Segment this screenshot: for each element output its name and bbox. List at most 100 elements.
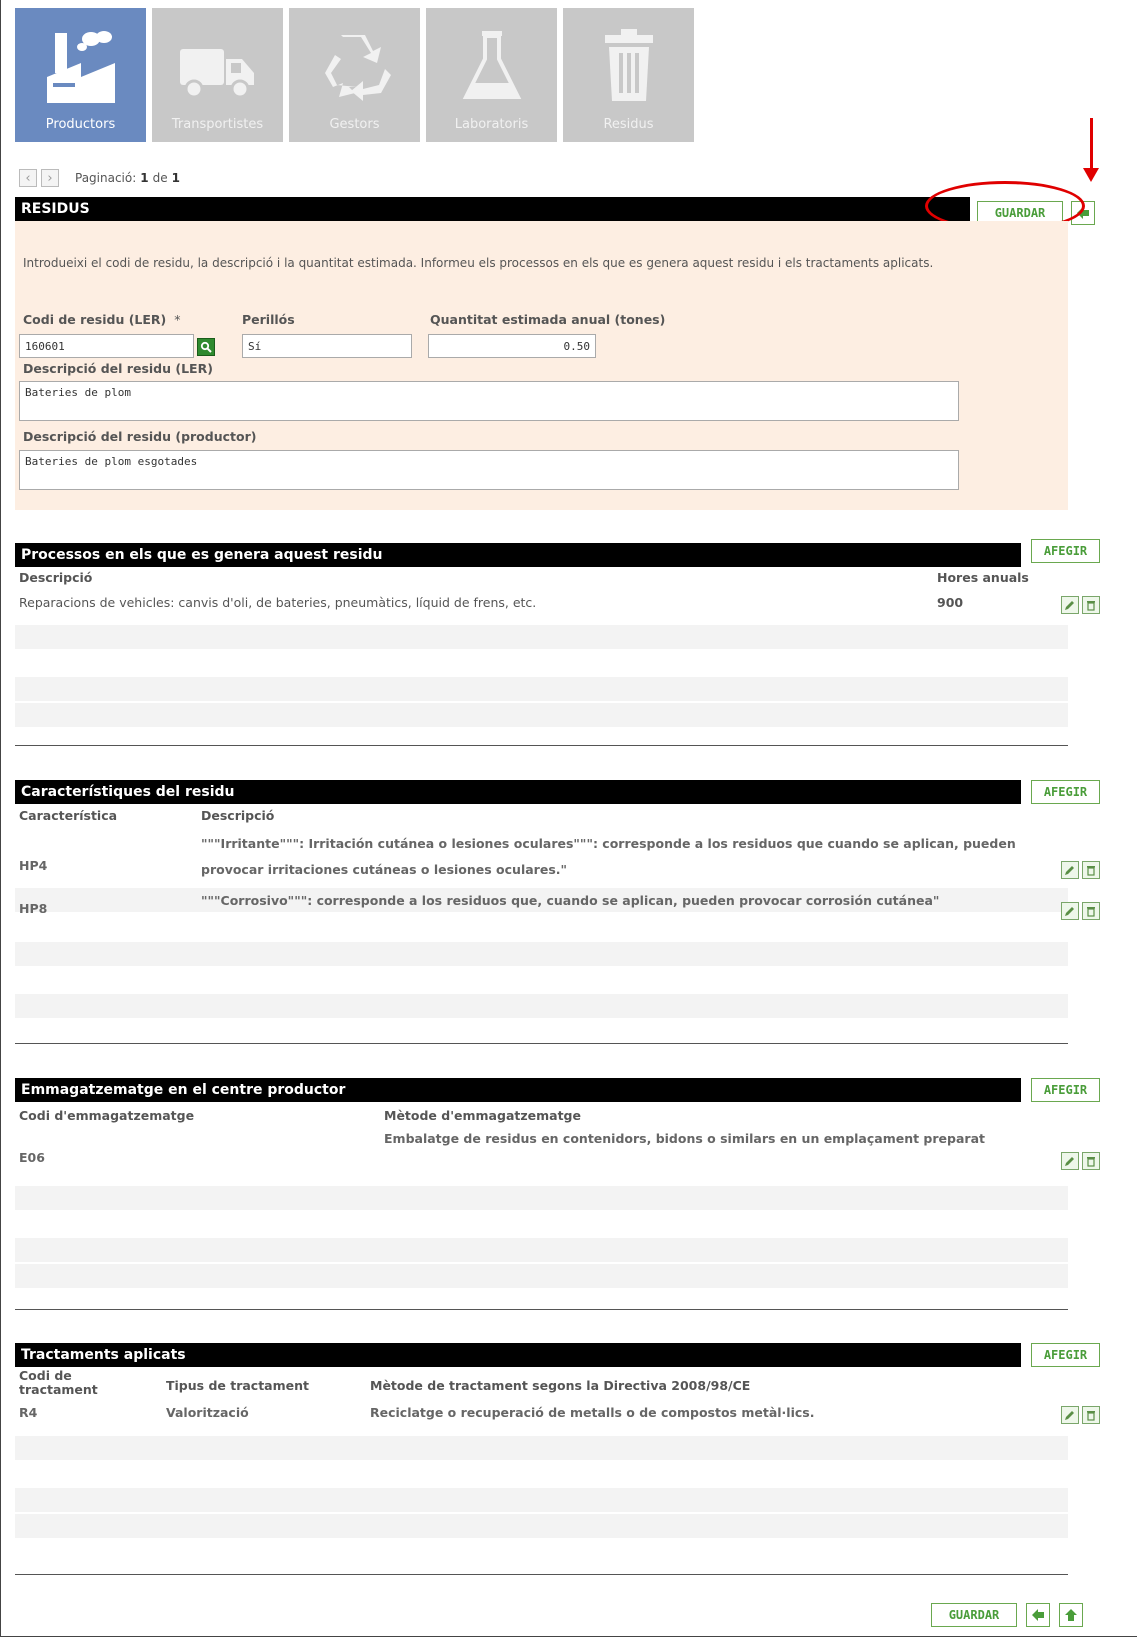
next-page-button[interactable]: › [41, 169, 59, 187]
empty-row [15, 942, 1068, 966]
col-descripcio: Descripció [201, 808, 275, 823]
tab-label: Residus [603, 117, 654, 132]
back-button-bottom[interactable] [1026, 1603, 1050, 1627]
tab-label: Gestors [329, 117, 380, 132]
chevron-right-icon: › [47, 170, 53, 186]
perillos-label: Perillós [242, 312, 295, 327]
empty-row [15, 625, 1068, 649]
tab-residus[interactable]: Residus [563, 8, 694, 142]
trash-icon [1087, 907, 1095, 917]
delete-tractament-button[interactable] [1082, 1406, 1100, 1424]
arrow-left-icon [1032, 1609, 1044, 1621]
codi-label-text: Codi de residu (LER) [23, 312, 167, 327]
residu-form: Introdueixi el codi de residu, la descri… [15, 221, 1068, 510]
divider [15, 1574, 1068, 1575]
trash-icon [1087, 601, 1095, 611]
delete-caracteristica-button[interactable] [1082, 861, 1100, 879]
tractament-metode: Reciclatge o recuperació de metalls o de… [370, 1405, 815, 1420]
edit-emmagatzematge-button[interactable] [1061, 1152, 1079, 1170]
col-tipus-tractament: Tipus de tractament [166, 1378, 309, 1393]
desc-ler-textarea[interactable]: Bateries de plom [19, 381, 959, 421]
tab-label: Laboratoris [454, 117, 529, 132]
col-hores: Hores anuals [937, 570, 1029, 585]
section-header-processos: Processos en els que es genera aquest re… [15, 543, 1021, 567]
add-proces-button[interactable]: AFEGIR [1031, 539, 1100, 563]
col-codi-emmagatzematge: Codi d'emmagatzematge [19, 1108, 195, 1123]
desc-productor-textarea[interactable]: Bateries de plom esgotades [19, 450, 959, 490]
caracteristica-code: HP4 [19, 858, 48, 873]
row-actions [1061, 861, 1100, 879]
pagination-of: de [152, 171, 168, 185]
trash-icon [1087, 1157, 1095, 1167]
empty-row [15, 1186, 1068, 1210]
trash-icon [604, 29, 653, 101]
factory-icon [46, 31, 115, 103]
tab-label: Productors [45, 117, 116, 132]
section-header-caracteristiques: Característiques del residu [15, 780, 1021, 804]
chevron-left-icon: ‹ [25, 170, 31, 186]
add-tractament-button[interactable]: AFEGIR [1031, 1343, 1100, 1367]
empty-row [15, 1238, 1068, 1262]
add-caracteristica-button[interactable]: AFEGIR [1031, 780, 1100, 804]
divider [15, 745, 1068, 746]
col-caracteristica: Característica [19, 808, 118, 823]
scroll-top-button[interactable] [1059, 1603, 1083, 1627]
trash-icon [1087, 1411, 1095, 1421]
edit-tractament-button[interactable] [1061, 1406, 1079, 1424]
pagination-total: 1 [171, 171, 180, 185]
prev-page-button[interactable]: ‹ [19, 169, 37, 187]
save-button-bottom[interactable]: GUARDAR [931, 1603, 1017, 1627]
codi-label: Codi de residu (LER) * [23, 312, 181, 327]
recycle-icon [324, 35, 391, 101]
row-actions [1061, 596, 1100, 614]
quantitat-input[interactable] [428, 334, 596, 358]
delete-caracteristica-button[interactable] [1082, 902, 1100, 920]
perillos-input[interactable] [242, 334, 412, 358]
proces-hores: 900 [937, 595, 964, 610]
pencil-icon [1065, 907, 1074, 916]
col-codi-tractament: Codi de tractament [19, 1368, 98, 1397]
section-header-residus: RESIDUS [15, 197, 970, 221]
row-actions [1061, 1152, 1100, 1170]
delete-emmagatzematge-button[interactable] [1082, 1152, 1100, 1170]
caracteristica-desc: """Irritante""": Irritación cutánea o le… [201, 836, 1016, 877]
emmagatzematge-code: E06 [19, 1150, 45, 1165]
edit-proces-button[interactable] [1061, 596, 1079, 614]
tab-laboratoris[interactable]: Laboratoris [426, 8, 557, 142]
module-nav: Productors Transportistes Gestors Labora… [15, 8, 694, 142]
quantitat-label: Quantitat estimada anual (tones) [430, 312, 666, 327]
pagination-current: 1 [140, 171, 149, 185]
pagination: ‹ › Paginació: 1 de 1 [19, 169, 180, 187]
tab-productors[interactable]: Productors [15, 8, 146, 142]
pencil-icon [1065, 601, 1074, 610]
empty-row [15, 1488, 1068, 1512]
proces-desc: Reparacions de vehicles: canvis d'oli, d… [19, 595, 537, 610]
delete-proces-button[interactable] [1082, 596, 1100, 614]
empty-row [15, 677, 1068, 701]
tab-label: Transportistes [171, 117, 264, 132]
annotation-arrow-head [1083, 168, 1099, 182]
desc-ler-label: Descripció del residu (LER) [23, 361, 213, 376]
col-descripcio: Descripció [19, 570, 93, 585]
divider [15, 1043, 1068, 1044]
section-header-tractaments: Tractaments aplicats [15, 1343, 1021, 1367]
edit-caracteristica-button[interactable] [1061, 902, 1079, 920]
caracteristica-code: HP8 [19, 901, 48, 916]
pencil-icon [1065, 866, 1074, 875]
trash-icon [1087, 866, 1095, 876]
empty-row [15, 994, 1068, 1018]
emmagatzematge-method: Embalatge de residus en contenidors, bid… [384, 1131, 985, 1146]
desc-productor-label: Descripció del residu (productor) [23, 429, 257, 444]
search-codi-button[interactable] [197, 338, 215, 356]
tab-transportistes[interactable]: Transportistes [152, 8, 283, 142]
row-actions [1061, 1406, 1100, 1424]
tab-gestors[interactable]: Gestors [289, 8, 420, 142]
add-emmagatzematge-button[interactable]: AFEGIR [1031, 1078, 1100, 1102]
empty-row [15, 703, 1068, 727]
edit-caracteristica-button[interactable] [1061, 861, 1079, 879]
col-metode-tractament: Mètode de tractament segons la Directiva… [370, 1378, 751, 1393]
col-metode-emmagatzematge: Mètode d'emmagatzematge [384, 1108, 581, 1123]
pencil-icon [1065, 1411, 1074, 1420]
codi-input[interactable] [19, 334, 194, 358]
pencil-icon [1065, 1157, 1074, 1166]
